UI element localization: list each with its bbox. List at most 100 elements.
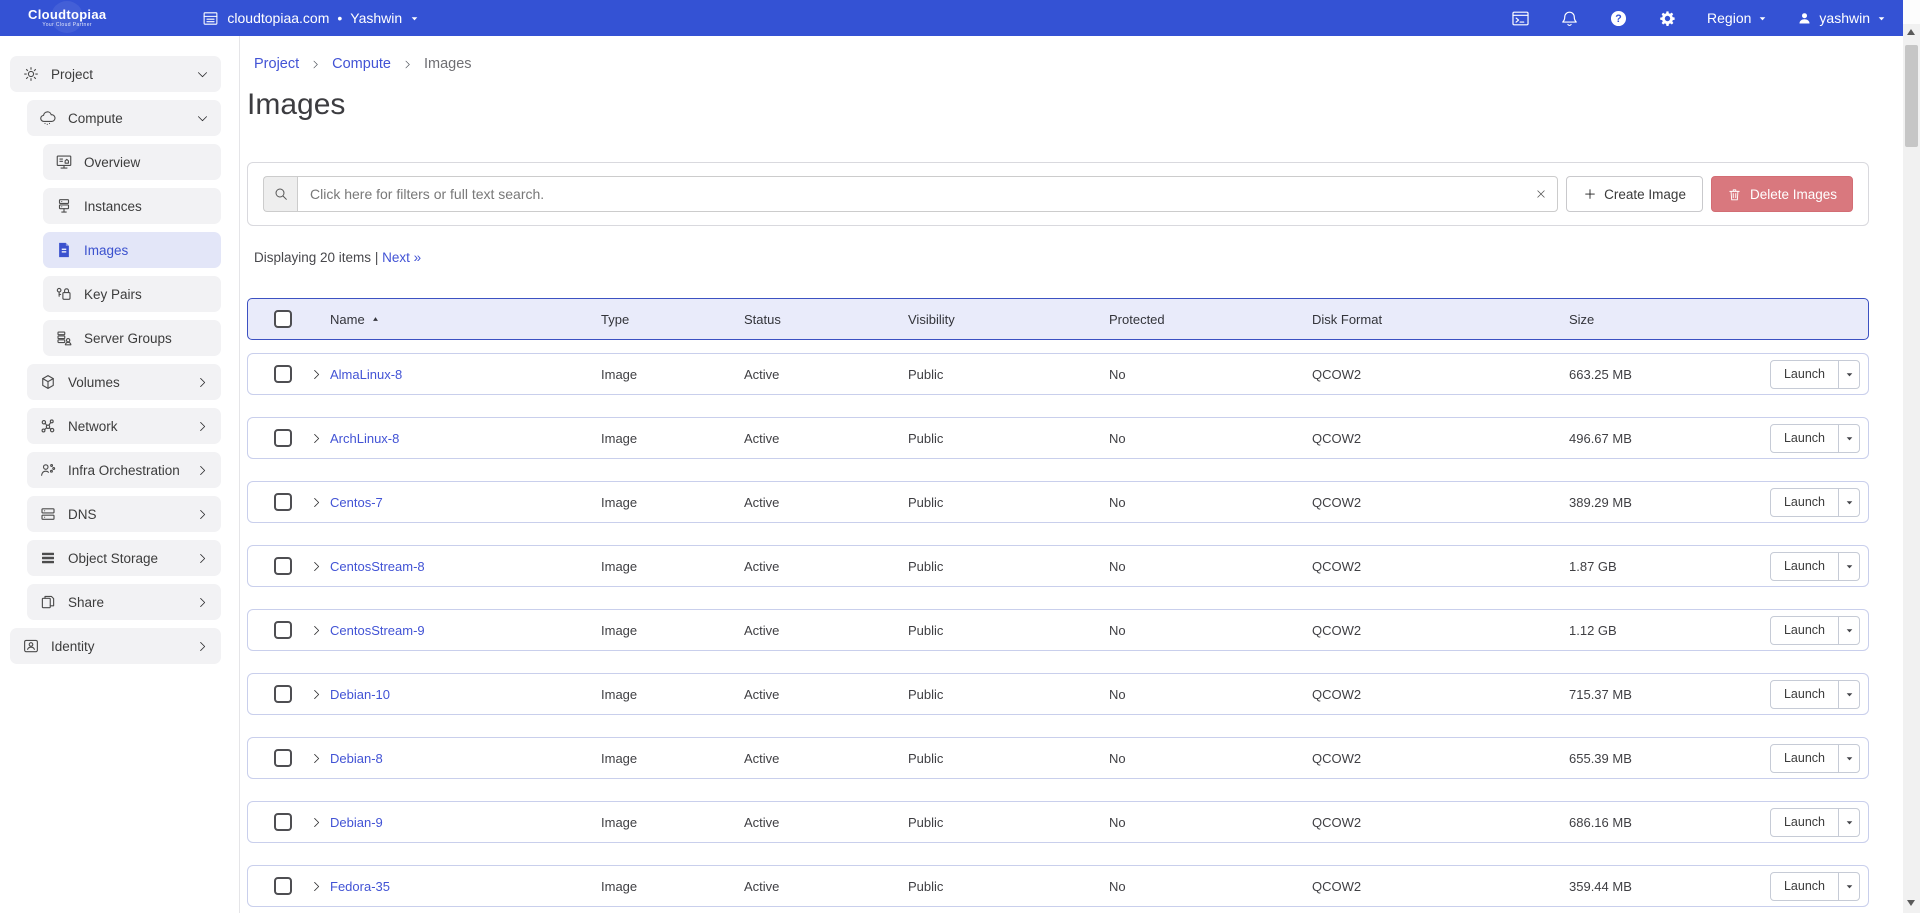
user-dropdown[interactable]: yashwin [1797, 10, 1886, 26]
sidebar-item-project[interactable]: Project [10, 56, 221, 92]
column-header-size[interactable]: Size [1569, 312, 1764, 327]
launch-button[interactable]: Launch [1770, 424, 1839, 453]
user-label: yashwin [1819, 10, 1870, 26]
id-card-icon [22, 637, 40, 655]
row-expander-icon[interactable] [310, 816, 330, 829]
launch-dropdown-toggle[interactable] [1838, 488, 1860, 517]
status-cell: Active [744, 751, 908, 766]
column-header-status[interactable]: Status [744, 312, 908, 327]
breadcrumb-compute[interactable]: Compute [332, 56, 391, 72]
breadcrumb-project[interactable]: Project [254, 56, 299, 72]
image-name-link[interactable]: AlmaLinux-8 [330, 367, 601, 382]
table-row: AlmaLinux-8 Image Active Public No QCOW2… [247, 353, 1869, 395]
help-icon[interactable]: ? [1609, 9, 1628, 28]
sidebar-item-network[interactable]: Network [27, 408, 221, 444]
image-name-link[interactable]: Centos-7 [330, 495, 601, 510]
row-expander-icon[interactable] [310, 624, 330, 637]
row-checkbox[interactable] [274, 365, 292, 383]
row-expander-icon[interactable] [310, 368, 330, 381]
image-name-link[interactable]: Fedora-35 [330, 879, 601, 894]
row-expander-icon[interactable] [310, 752, 330, 765]
sidebar-item-instances[interactable]: Instances [43, 188, 221, 224]
sidebar-item-object-storage[interactable]: Object Storage [27, 540, 221, 576]
disk-format-cell: QCOW2 [1312, 815, 1569, 830]
row-checkbox[interactable] [274, 749, 292, 767]
row-expander-icon[interactable] [310, 560, 330, 573]
row-checkbox[interactable] [274, 685, 292, 703]
disk-format-cell: QCOW2 [1312, 879, 1569, 894]
sidebar-item-identity[interactable]: Identity [10, 628, 221, 664]
launch-button[interactable]: Launch [1770, 872, 1839, 901]
search-input[interactable] [297, 176, 1558, 212]
launch-button[interactable]: Launch [1770, 488, 1839, 517]
sidebar-item-images[interactable]: Images [43, 232, 221, 268]
image-name-link[interactable]: Debian-9 [330, 815, 601, 830]
row-checkbox[interactable] [274, 557, 292, 575]
sidebar-item-share[interactable]: Share [27, 584, 221, 620]
launch-dropdown-toggle[interactable] [1838, 808, 1860, 837]
row-checkbox[interactable] [274, 429, 292, 447]
row-checkbox[interactable] [274, 621, 292, 639]
brand-logo[interactable]: Cloudtopiaa Your Cloud Partner [28, 8, 106, 28]
image-name-link[interactable]: Debian-8 [330, 751, 601, 766]
sidebar-item-overview[interactable]: Overview [43, 144, 221, 180]
scrollbar-up-arrow[interactable] [1907, 29, 1915, 35]
row-expander-icon[interactable] [310, 496, 330, 509]
image-name-link[interactable]: ArchLinux-8 [330, 431, 601, 446]
vertical-scrollbar[interactable] [1903, 0, 1920, 913]
visibility-cell: Public [908, 367, 1109, 382]
sidebar-item-dns[interactable]: DNS [27, 496, 221, 532]
row-checkbox[interactable] [274, 493, 292, 511]
region-dropdown[interactable]: Region [1707, 10, 1767, 26]
launch-button[interactable]: Launch [1770, 680, 1839, 709]
brand-tagline: Your Cloud Partner [28, 23, 106, 28]
image-name-link[interactable]: CentosStream-9 [330, 623, 601, 638]
close-icon[interactable] [1535, 188, 1547, 200]
launch-button[interactable]: Launch [1770, 808, 1839, 837]
column-header-name[interactable]: Name [330, 312, 601, 327]
row-checkbox[interactable] [274, 877, 292, 895]
sidebar-item-infra-orchestration[interactable]: Infra Orchestration [27, 452, 221, 488]
row-expander-icon[interactable] [310, 880, 330, 893]
launch-dropdown-toggle[interactable] [1838, 424, 1860, 453]
scrollbar-down-arrow[interactable] [1907, 900, 1915, 906]
launch-button[interactable]: Launch [1770, 744, 1839, 773]
disk-format-cell: QCOW2 [1312, 559, 1569, 574]
launch-button[interactable]: Launch [1770, 616, 1839, 645]
image-name-link[interactable]: Debian-10 [330, 687, 601, 702]
column-header-disk-format[interactable]: Disk Format [1312, 312, 1569, 327]
image-name-link[interactable]: CentosStream-8 [330, 559, 601, 574]
visibility-cell: Public [908, 879, 1109, 894]
project-switcher[interactable]: cloudtopiaa.com • Yashwin [202, 10, 419, 27]
delete-images-button[interactable]: Delete Images [1711, 176, 1853, 212]
row-expander-icon[interactable] [310, 688, 330, 701]
launch-dropdown-toggle[interactable] [1838, 680, 1860, 709]
launch-dropdown-toggle[interactable] [1838, 360, 1860, 389]
column-header-type[interactable]: Type [601, 312, 744, 327]
sidebar-item-server-groups[interactable]: Server Groups [43, 320, 221, 356]
launch-dropdown-toggle[interactable] [1838, 872, 1860, 901]
launch-dropdown-toggle[interactable] [1838, 744, 1860, 773]
column-header-protected[interactable]: Protected [1109, 312, 1312, 327]
table-row: Debian-10 Image Active Public No QCOW2 7… [247, 673, 1869, 715]
scrollbar-thumb[interactable] [1905, 45, 1918, 147]
terminal-icon[interactable] [1511, 9, 1530, 28]
create-image-button[interactable]: Create Image [1566, 176, 1703, 212]
chevron-down-icon [1877, 14, 1886, 23]
next-page-link[interactable]: Next » [382, 250, 421, 265]
search-icon[interactable] [263, 176, 297, 212]
column-header-visibility[interactable]: Visibility [908, 312, 1109, 327]
row-expander-icon[interactable] [310, 432, 330, 445]
sidebar-item-volumes[interactable]: Volumes [27, 364, 221, 400]
bell-icon[interactable] [1560, 9, 1579, 28]
row-checkbox[interactable] [274, 813, 292, 831]
sidebar-item-compute[interactable]: Compute [27, 100, 221, 136]
select-all-checkbox[interactable] [274, 310, 292, 328]
launch-dropdown-toggle[interactable] [1838, 552, 1860, 581]
launch-button[interactable]: Launch [1770, 552, 1839, 581]
gear-icon[interactable] [1658, 9, 1677, 28]
launch-button[interactable]: Launch [1770, 360, 1839, 389]
caret-down-icon [1845, 690, 1854, 699]
sidebar-item-key-pairs[interactable]: Key Pairs [43, 276, 221, 312]
launch-dropdown-toggle[interactable] [1838, 616, 1860, 645]
